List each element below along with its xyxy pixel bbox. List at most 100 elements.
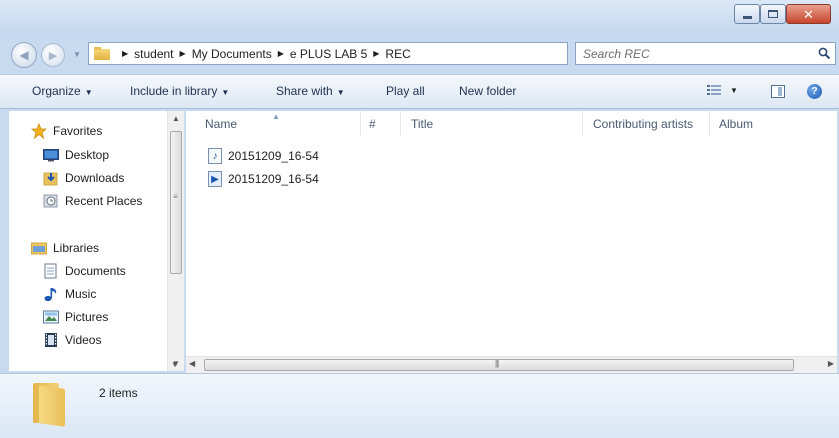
breadcrumb-separator-icon[interactable]: ▶ (278, 49, 284, 58)
column-divider[interactable] (709, 111, 710, 136)
chevron-down-icon: ▼ (730, 85, 738, 95)
forward-arrow-icon: ▶ (48, 49, 58, 62)
view-details-icon (707, 85, 721, 95)
file-name: 20151209_16-54 (228, 149, 319, 163)
details-pane: 2 items (0, 373, 839, 438)
navigation-pane-scrollbar[interactable]: ▲ ≡ ▼ (167, 111, 184, 371)
breadcrumb-separator-icon[interactable]: ▶ (180, 49, 186, 58)
preview-pane-button[interactable] (771, 85, 785, 98)
include-in-library-button[interactable]: Include in library ▼ (130, 84, 229, 98)
scroll-up-arrow-icon[interactable]: ▲ (172, 114, 180, 123)
column-divider[interactable] (582, 111, 583, 136)
list-item[interactable]: ▶ 20151209_16-54 (208, 169, 319, 189)
column-divider[interactable] (360, 111, 361, 136)
forward-button[interactable]: ▶ (41, 43, 65, 67)
sidebar-item-music[interactable]: Music (43, 284, 96, 304)
folder-icon (33, 383, 65, 427)
title-bar[interactable]: ✕ (0, 0, 839, 36)
chevron-down-icon: ▼ (336, 88, 345, 97)
sidebar-item-libraries[interactable]: Libraries (31, 238, 99, 258)
star-icon (31, 123, 47, 139)
sidebar-item-label: Recent Places (65, 194, 143, 208)
sort-ascending-icon: ▲ (272, 112, 280, 121)
list-item[interactable]: ♪ 20151209_16-54 (208, 146, 319, 166)
libraries-icon (31, 240, 47, 256)
play-all-button[interactable]: Play all (386, 84, 425, 98)
scrollbar-thumb[interactable]: ≡ (170, 131, 182, 274)
include-in-library-label: Include in library (130, 84, 218, 98)
close-button[interactable]: ✕ (786, 4, 831, 24)
sidebar-item-downloads[interactable]: Downloads (43, 168, 124, 188)
breadcrumb-rec[interactable]: REC (385, 47, 410, 61)
file-list-horizontal-scrollbar[interactable]: ◀ ||| ▶ (186, 356, 837, 373)
grip-icon: ||| (495, 359, 499, 368)
grip-icon: ≡ (173, 192, 178, 201)
file-list: ▲ Name # Title Contributing artists Albu… (186, 111, 837, 371)
maximize-icon (768, 10, 778, 18)
breadcrumb-student[interactable]: student (134, 47, 173, 61)
sidebar-item-videos[interactable]: Videos (43, 330, 101, 350)
pictures-icon (43, 309, 59, 325)
back-button[interactable]: ◀ (11, 42, 37, 68)
help-icon: ? (811, 86, 818, 97)
sidebar-item-label: Downloads (65, 171, 125, 185)
column-header-number[interactable]: # (369, 117, 376, 131)
file-name: 20151209_16-54 (228, 172, 319, 186)
column-header-album[interactable]: Album (719, 117, 753, 131)
recent-places-icon (43, 193, 59, 209)
recent-pages-dropdown[interactable]: ▼ (73, 50, 81, 59)
share-with-label: Share with (276, 84, 333, 98)
share-with-button[interactable]: Share with ▼ (276, 84, 345, 98)
column-header-title[interactable]: Title (411, 117, 433, 131)
column-header-contributing-artists[interactable]: Contributing artists (593, 117, 693, 131)
search-input[interactable]: Search REC (575, 42, 836, 65)
close-icon: ✕ (803, 6, 814, 22)
sidebar-item-recent-places[interactable]: Recent Places (43, 191, 142, 211)
address-bar[interactable]: ▶ student ▶ My Documents ▶ e PLUS LAB 5 … (88, 42, 645, 65)
audio-file-icon: ♪ (208, 148, 222, 164)
breadcrumb-separator-icon[interactable]: ▶ (373, 49, 379, 58)
organize-label: Organize (32, 84, 81, 98)
scrollbar-thumb[interactable]: ||| (204, 359, 794, 371)
search-icon[interactable] (813, 44, 835, 64)
documents-icon (43, 263, 59, 279)
music-icon (43, 286, 59, 302)
scroll-right-arrow-icon[interactable]: ▶ (828, 359, 834, 368)
item-count: 2 items (99, 386, 138, 400)
command-bar: Organize ▼ Include in library ▼ Share with… (0, 74, 839, 109)
scroll-down-arrow-icon[interactable]: ▼ (171, 360, 179, 369)
navigation-pane: Favorites Desktop Downloads Recent Place… (9, 111, 181, 371)
breadcrumb-my-documents[interactable]: My Documents (192, 47, 272, 61)
sidebar-item-label: Libraries (53, 241, 100, 255)
new-folder-button[interactable]: New folder (459, 84, 516, 98)
videos-icon (43, 332, 59, 348)
search-placeholder: Search REC (583, 46, 650, 61)
column-divider[interactable] (400, 111, 401, 136)
help-button[interactable]: ? (807, 84, 822, 99)
sidebar-item-label: Favorites (53, 124, 103, 138)
column-header-name[interactable]: Name (205, 117, 237, 131)
minimize-button[interactable] (734, 4, 760, 24)
back-arrow-icon: ◀ (19, 48, 29, 62)
sidebar-item-desktop[interactable]: Desktop (43, 145, 109, 165)
minimize-icon (742, 15, 752, 19)
sidebar-item-favorites[interactable]: Favorites (31, 121, 102, 141)
sidebar-item-label: Desktop (65, 148, 110, 162)
change-view-button[interactable]: ▼ (707, 84, 738, 96)
breadcrumb-separator-icon[interactable]: ▶ (122, 49, 128, 58)
scroll-left-arrow-icon[interactable]: ◀ (189, 359, 195, 368)
desktop-icon (43, 147, 59, 163)
sidebar-item-label: Pictures (65, 310, 109, 324)
organize-button[interactable]: Organize ▼ (32, 84, 93, 98)
breadcrumb-e-plus-lab-5[interactable]: e PLUS LAB 5 (290, 47, 367, 61)
media-file-icon: ▶ (208, 171, 222, 187)
downloads-icon (43, 170, 59, 186)
explorer-window: ✕ ◀ ▶ ▼ ▶ student ▶ My Documents ▶ e PLU… (0, 0, 839, 438)
sidebar-item-documents[interactable]: Documents (43, 261, 126, 281)
sidebar-item-pictures[interactable]: Pictures (43, 307, 108, 327)
maximize-button[interactable] (760, 4, 786, 24)
sidebar-item-label: Music (65, 287, 97, 301)
chevron-down-icon: ▼ (221, 88, 230, 97)
folder-icon (94, 47, 110, 60)
sidebar-item-label: Videos (65, 333, 102, 347)
